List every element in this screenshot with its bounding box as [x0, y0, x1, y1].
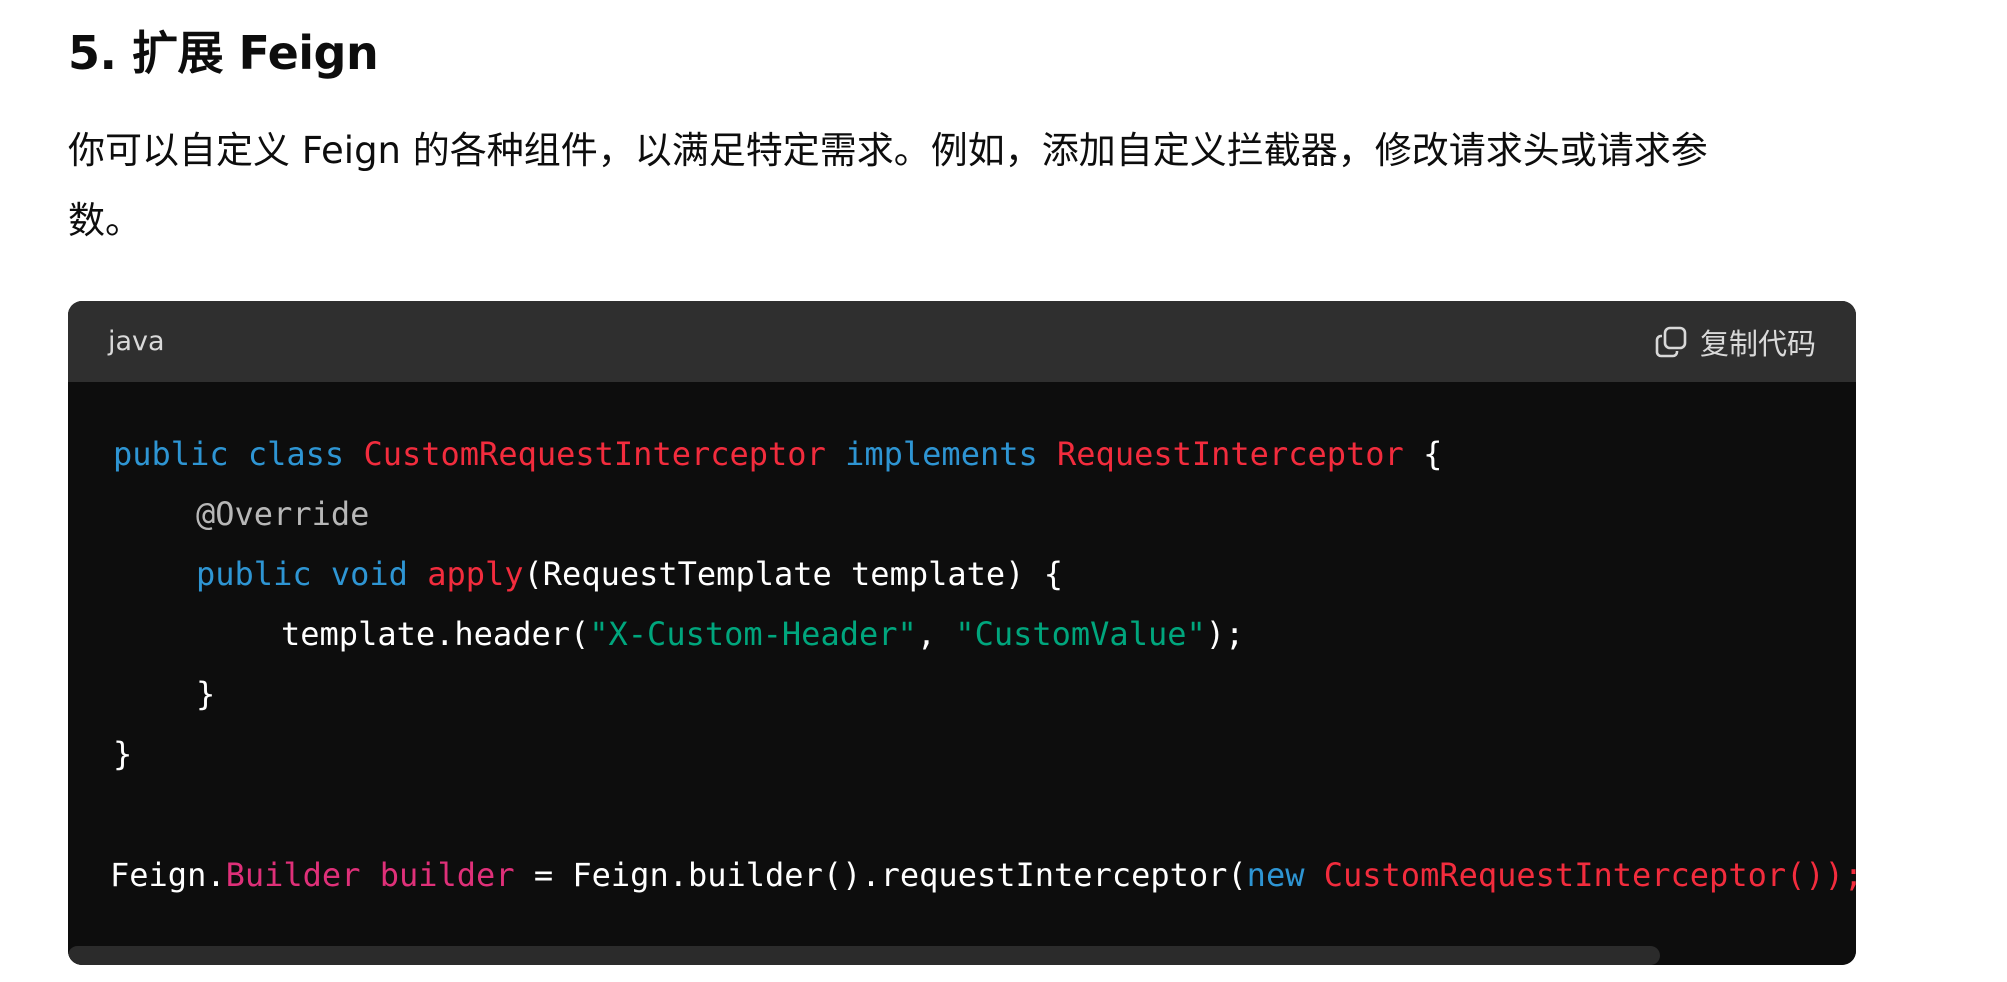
code-token: class	[247, 435, 345, 473]
code-token: apply	[427, 555, 524, 593]
code-token: template.header(	[281, 615, 590, 653]
code-token: );	[1205, 615, 1245, 653]
code-token: "CustomValue"	[955, 615, 1206, 653]
code-token: CustomRequestInterceptor());	[1323, 856, 1856, 894]
code-line-2: @Override	[196, 494, 369, 534]
copy-icon	[1654, 325, 1688, 359]
code-language-label: java	[108, 326, 165, 357]
code-token: public	[196, 555, 312, 593]
copy-code-label: 复制代码	[1699, 326, 1816, 361]
code-token: }	[113, 735, 133, 773]
code-line-8: Feign.Builder builder = Feign.builder().…	[110, 855, 1856, 895]
copy-code-button[interactable]: 复制代码	[1654, 301, 1816, 382]
code-block: java 复制代码 public class CustomRequestInte…	[68, 301, 1856, 965]
code-content[interactable]: public class CustomRequestInterceptor im…	[68, 382, 1856, 965]
code-line-1: public class CustomRequestInterceptor im…	[113, 434, 1442, 474]
code-token: new	[1246, 856, 1305, 894]
code-token: @Override	[196, 495, 370, 533]
paragraph-line-2: 数。	[68, 199, 142, 242]
code-token: = Feign.builder().requestInterceptor(	[514, 856, 1247, 894]
section-heading: 5. 扩展 Feign	[68, 26, 379, 80]
code-line-6: }	[113, 734, 132, 774]
section-paragraph: 你可以自定义 Feign 的各种组件，以满足特定需求。例如，添加自定义拦截器，修…	[68, 116, 1868, 256]
code-token: Builder	[225, 856, 361, 894]
code-block-header: java 复制代码	[68, 301, 1856, 382]
code-token: "X-Custom-Header"	[589, 615, 917, 653]
code-token: CustomRequestInterceptor	[363, 435, 826, 473]
code-token: implements	[845, 435, 1038, 473]
code-token: {	[1423, 435, 1443, 473]
code-line-5: }	[196, 674, 215, 714]
code-line-4: template.header("X-Custom-Header", "Cust…	[281, 614, 1244, 654]
paragraph-line-1: 你可以自定义 Feign 的各种组件，以满足特定需求。例如，添加自定义拦截器，修…	[68, 129, 1708, 172]
scrollbar-thumb[interactable]	[68, 946, 1660, 965]
code-token: void	[330, 555, 408, 593]
code-token: (RequestTemplate template) {	[523, 555, 1063, 593]
code-token: RequestInterceptor	[1057, 435, 1404, 473]
code-token: builder	[379, 856, 515, 894]
code-token: }	[196, 675, 216, 713]
horizontal-scrollbar[interactable]	[68, 945, 1856, 965]
code-line-3: public void apply(RequestTemplate templa…	[196, 554, 1063, 594]
code-token: public	[113, 435, 229, 473]
code-token: Feign.	[110, 856, 226, 894]
code-token: ,	[916, 615, 956, 653]
